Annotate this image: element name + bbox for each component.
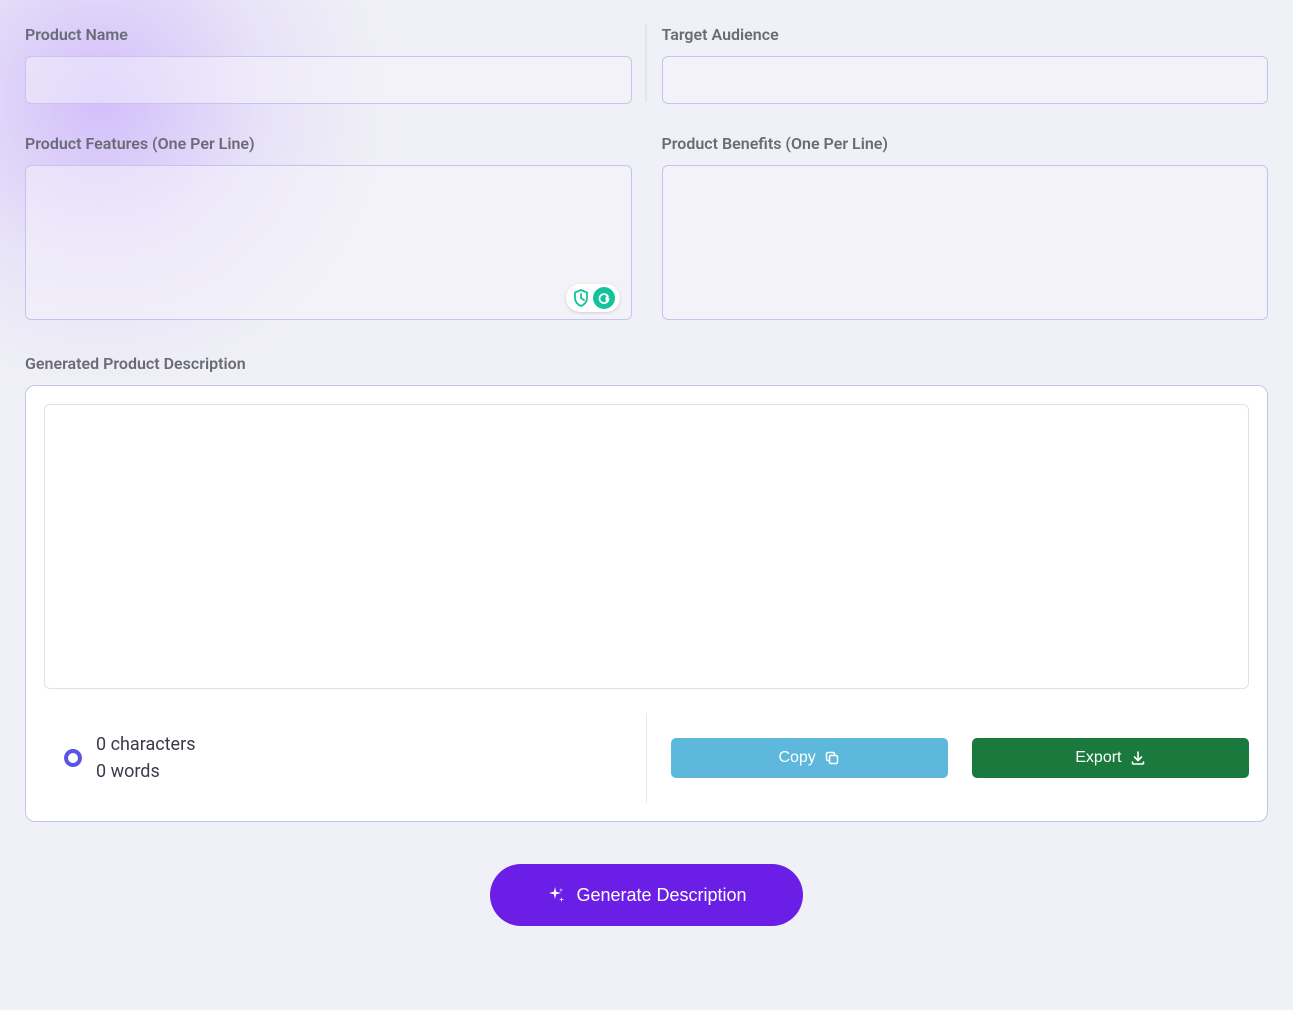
action-buttons: Copy Export	[647, 738, 1250, 778]
output-controls: 0 characters 0 words Copy Export	[44, 713, 1249, 803]
target-audience-group: Target Audience	[662, 25, 1269, 104]
product-benefits-group: Product Benefits (One Per Line)	[662, 134, 1269, 324]
copy-button-label: Copy	[778, 749, 815, 767]
target-audience-label: Target Audience	[662, 25, 1269, 44]
stats-section: 0 characters 0 words	[44, 713, 647, 803]
download-icon	[1130, 750, 1146, 766]
product-features-label: Product Features (One Per Line)	[25, 134, 632, 153]
product-features-group: Product Features (One Per Line)	[25, 134, 632, 324]
shield-icon	[571, 288, 591, 308]
output-label: Generated Product Description	[25, 354, 1268, 373]
progress-circle-icon	[64, 749, 82, 767]
char-count: 0 characters	[96, 731, 196, 758]
generate-button-label: Generate Description	[576, 885, 746, 906]
word-count: 0 words	[96, 758, 196, 785]
copy-button[interactable]: Copy	[671, 738, 948, 778]
stats-text: 0 characters 0 words	[96, 731, 196, 785]
export-button[interactable]: Export	[972, 738, 1249, 778]
product-benefits-label: Product Benefits (One Per Line)	[662, 134, 1269, 153]
target-audience-input[interactable]	[662, 56, 1269, 104]
product-name-label: Product Name	[25, 25, 632, 44]
generated-description-textarea[interactable]	[44, 404, 1249, 689]
sparkle-icon	[546, 885, 566, 905]
grammarly-icon	[593, 287, 615, 309]
generate-description-button[interactable]: Generate Description	[490, 864, 802, 926]
grammarly-badge[interactable]	[566, 284, 620, 312]
form-container: Product Name Target Audience Product Fea…	[0, 0, 1293, 951]
generate-wrapper: Generate Description	[25, 864, 1268, 926]
product-benefits-textarea[interactable]	[662, 165, 1269, 320]
copy-icon	[824, 750, 840, 766]
product-features-textarea[interactable]	[25, 165, 632, 320]
export-button-label: Export	[1075, 749, 1121, 767]
product-name-group: Product Name	[25, 25, 632, 104]
product-name-input[interactable]	[25, 56, 632, 104]
output-panel: 0 characters 0 words Copy Export	[25, 385, 1268, 822]
